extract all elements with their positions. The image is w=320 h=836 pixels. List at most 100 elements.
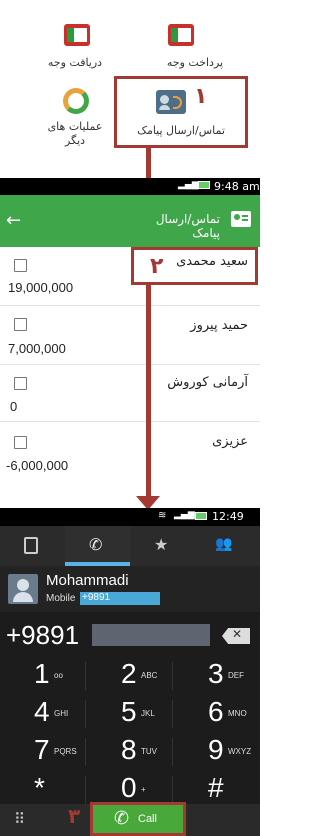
key-digit: 2 [121, 658, 137, 689]
ring-icon [63, 88, 89, 114]
tab-phone[interactable]: ✆ [65, 526, 130, 566]
contact-name: آرمانی کوروش [167, 375, 248, 390]
signal-icon: ▂▄▆ [178, 180, 199, 190]
star-icon: ★ [154, 535, 169, 554]
contact-amount: -6,000,000 [6, 458, 69, 473]
tab-bar: ✆ ★ 👥 [0, 526, 260, 566]
key-letters: ᴏᴏ [54, 671, 63, 680]
key-1[interactable]: 1 ᴏᴏ [0, 656, 86, 698]
contact-name: حمید پیروز [190, 318, 248, 333]
keypad: 1 ᴏᴏ 2 ABC 3 DEF 4 GHI 5 JKL 6 MNO 7 PQRS 8 TUV 9 WXYZ * 0 +… [0, 656, 260, 810]
dialer-screen: ≋ ▂▄▆ 12:49 pm ✆ ★ 👥 Mohammadi Mobile +9… [0, 508, 260, 836]
step-number-1: ١ [194, 84, 208, 109]
divider [172, 662, 173, 690]
status-time: 9:48 am [214, 180, 260, 193]
contact-amount: 19,000,000 [8, 280, 74, 295]
contact-suggestion[interactable]: Mohammadi Mobile +9891 [0, 566, 260, 612]
contact-amount: 0 [10, 399, 18, 414]
key-letters: + [141, 785, 146, 794]
highlight-box [90, 802, 186, 836]
key-digit: 6 [208, 696, 224, 727]
battery-icon [195, 512, 207, 520]
key-8[interactable]: 8 TUV [87, 732, 173, 774]
row-checkbox[interactable] [14, 259, 27, 272]
row-checkbox[interactable] [14, 377, 27, 390]
divider [85, 776, 86, 804]
key-7[interactable]: 7 PQRS [0, 732, 86, 774]
number-redacted [92, 624, 210, 646]
key-letters: DEF [228, 671, 244, 680]
number-display[interactable]: +9891 ✕ [0, 616, 260, 654]
key-digit: 1 [34, 658, 50, 689]
key-digit: 9 [208, 734, 224, 765]
key-2[interactable]: 2 ABC [87, 656, 173, 698]
divider [172, 738, 173, 766]
tile-payment[interactable]: پرداخت وجه [140, 24, 250, 82]
key-letters: PQRS [54, 747, 77, 756]
divider [172, 776, 173, 804]
phone-icon: ✆ [89, 535, 103, 554]
key-letters: ABC [141, 671, 158, 680]
key-letters: MNO [228, 709, 247, 718]
tile-receive[interactable]: دریافت وجه [20, 24, 130, 82]
dialpad-icon: ⠿ [14, 810, 25, 828]
key-digit: 5 [121, 696, 137, 727]
tile-payment-label: پرداخت وجه [166, 56, 224, 69]
tile-other-label: عملیات های دیگر [47, 120, 103, 147]
tab-contacts[interactable] [0, 526, 65, 566]
key-letters: JKL [141, 709, 155, 718]
key-9[interactable]: 9 WXYZ [174, 732, 260, 774]
key-letters: TUV [141, 747, 157, 756]
dialpad-toggle[interactable]: ⠿ [0, 804, 50, 836]
number-highlight: +9891 [80, 592, 160, 605]
divider [85, 700, 86, 728]
arrow-line [146, 285, 151, 499]
back-arrow-icon[interactable]: ← [6, 210, 21, 231]
tile-receive-label: دریافت وجه [47, 56, 103, 69]
contact-name: Mohammadi [46, 572, 129, 589]
key-digit: 3 [208, 658, 224, 689]
status-bar: ≋ ▂▄▆ 12:49 pm [0, 508, 260, 536]
tab-favorites[interactable]: ★ [130, 526, 195, 566]
key-digit: * [34, 772, 45, 803]
key-5[interactable]: 5 JKL [87, 694, 173, 736]
typed-number: +9891 [6, 620, 80, 650]
card-red-icon [64, 24, 90, 46]
highlight-box [114, 76, 248, 148]
row-checkbox[interactable] [14, 436, 27, 449]
list-item[interactable]: آرمانی کوروش 0 [0, 365, 260, 421]
avatar [8, 574, 38, 604]
row-checkbox[interactable] [14, 318, 27, 331]
key-3[interactable]: 3 DEF [174, 656, 260, 698]
card-red-icon [168, 24, 194, 46]
signal-icon: ▂▄▆ [174, 510, 195, 520]
key-letters: GHI [54, 709, 69, 718]
contacts-book-icon [24, 537, 38, 554]
key-digit: 8 [121, 734, 137, 765]
contact-number: +9891 [82, 592, 111, 603]
group-icon: 👥 [215, 536, 233, 552]
key-digit: 4 [34, 696, 50, 727]
contact-name: عزیزی [212, 434, 248, 449]
step-number-3: ٣ [68, 804, 81, 828]
tile-other[interactable]: عملیات های دیگر [20, 88, 130, 152]
key-letters: WXYZ [228, 747, 252, 756]
key-digit: # [208, 772, 224, 803]
main-menu: پرداخت وجه دریافت وجه تماس/ارسال پیامک ١… [0, 0, 260, 178]
wifi-icon: ≋ [158, 510, 167, 521]
key-digit: 0 [121, 772, 137, 803]
list-item[interactable]: عزیزی -6,000,000 [0, 422, 260, 478]
divider [85, 662, 86, 690]
app-bar: ← تماس/ارسال پیامک [0, 195, 260, 247]
key-4[interactable]: 4 GHI [0, 694, 86, 736]
contact-card-icon[interactable] [231, 211, 251, 227]
tab-groups[interactable]: 👥 [195, 526, 260, 566]
list-item[interactable]: حمید پیروز 7,000,000 [0, 306, 260, 364]
key-6[interactable]: 6 MNO [174, 694, 260, 736]
page-title: تماس/ارسال پیامک [155, 212, 220, 240]
contact-type: Mobile [46, 593, 76, 604]
key-digit: 7 [34, 734, 50, 765]
status-bar: ▂▄▆ 9:48 am [0, 178, 260, 195]
backspace-icon[interactable]: ✕ [222, 628, 250, 644]
contact-amount: 7,000,000 [8, 341, 66, 356]
